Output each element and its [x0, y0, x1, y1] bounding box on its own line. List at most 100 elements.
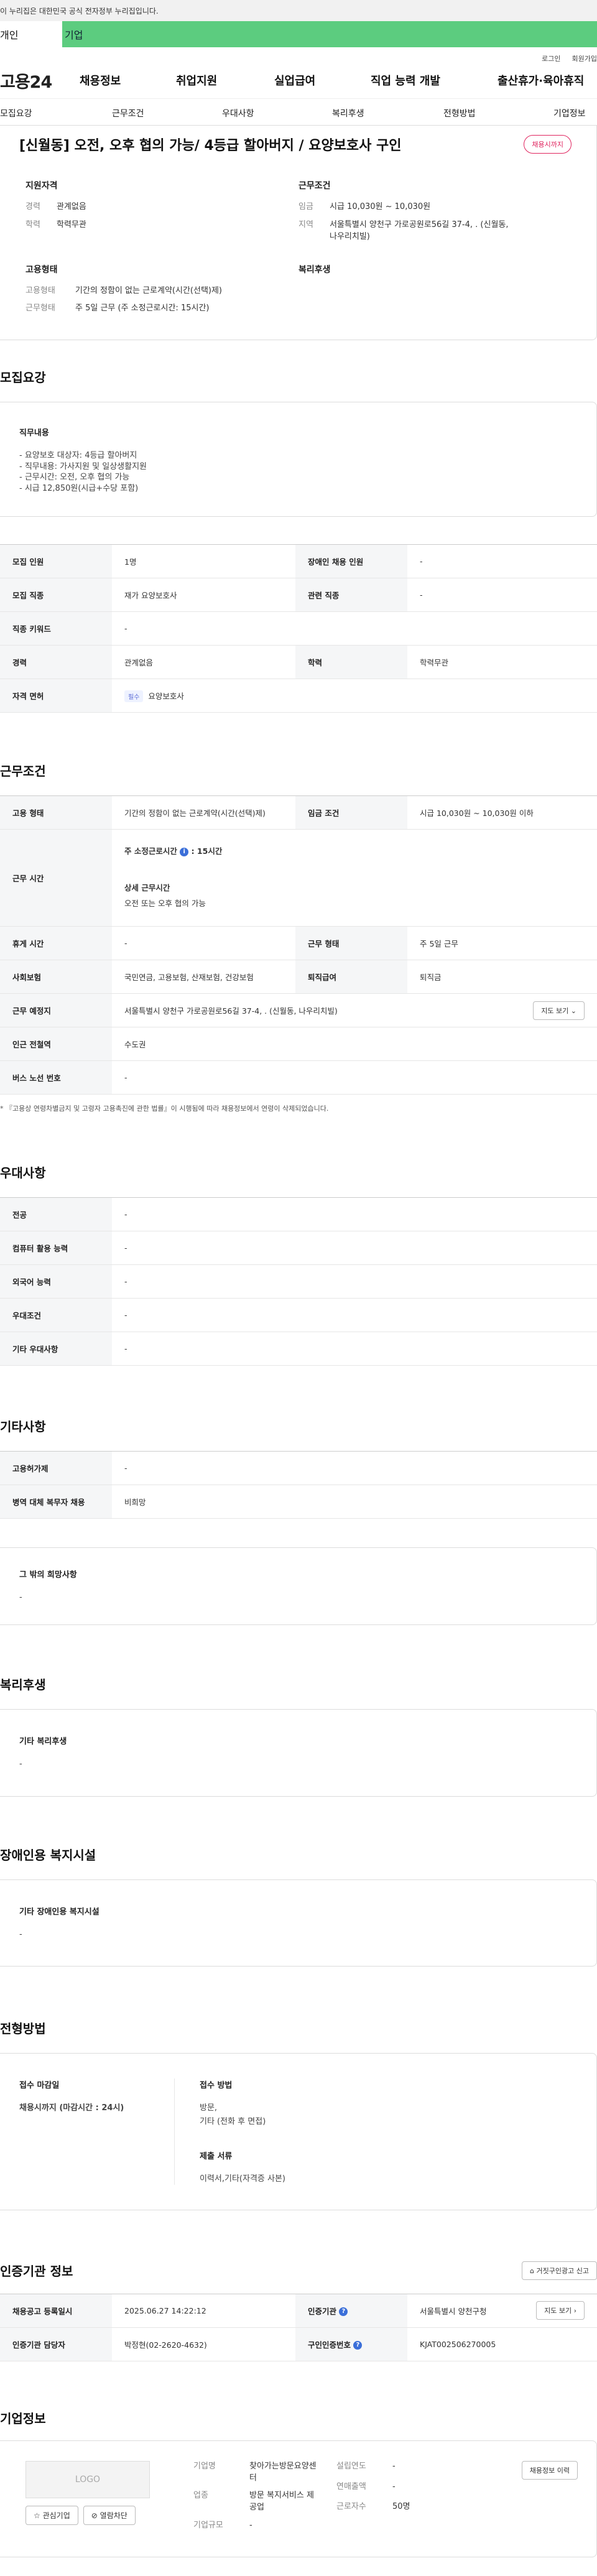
etc-table: 고용허가제 - 병역 대체 복무자 채용 비희망	[0, 1451, 597, 1519]
duty-line: - 근무시간: 오전, 오후 협의 가능	[19, 473, 130, 483]
preference-title: 우대사항	[0, 1165, 46, 1181]
method-value-detail: 기타 (전화 후 면접)	[200, 2116, 266, 2126]
bus-label: 버스 노선 번호	[0, 1060, 112, 1095]
anchor-preference[interactable]: 우대사항	[222, 107, 254, 119]
language-value: -	[112, 1264, 597, 1299]
weekly-hours-label: 주 소정근로시간	[124, 846, 177, 856]
table-row: 고용허가제 -	[0, 1451, 597, 1486]
employment-heading: 고용형태	[25, 264, 58, 275]
map-button[interactable]: 지도 보기 ⌄	[533, 1001, 585, 1020]
table-row: 근무 예정지 서울특별시 양천구 가로공원로56길 37-4, . (신월동, …	[0, 993, 597, 1028]
welfare-section: 복리후생 기타 복리후생 -	[0, 1675, 597, 1797]
company-logo-block: LOGO ☆ 관심기업 ⊘ 열람차단	[25, 2460, 150, 2538]
facility-section: 장애인용 복지시설 기타 장애인용 복지시설 -	[0, 1845, 597, 1967]
process-title: 전형방법	[0, 2021, 46, 2037]
career-value: 관계없음	[57, 202, 86, 211]
method-block: 접수 방법 방문, 기타 (전화 후 면접) 제출 서류 이력서,기타(자격증 …	[175, 2078, 285, 2185]
table-row: 컴퓨터 활용 능력 -	[0, 1231, 597, 1266]
anchor-recruit[interactable]: 모집요강	[0, 107, 32, 119]
worktype-value: 주 5일 근무 (주 소정근로시간: 15시간)	[75, 303, 210, 313]
agency-section: 인증기관 정보 ⌂ 거짓구인광고 신고 채용공고 등록일시 2025.06.27…	[0, 2261, 597, 2361]
condition-heading: 근무조건	[298, 181, 331, 191]
work-time-cell: 주 소정근로시간 i : 15시간 상세 근무시간 오전 또는 오후 협의 가능	[112, 829, 597, 927]
gov-banner-text: 이 누리집은 대한민국 공식 전자정부 누리집입니다.	[0, 6, 159, 16]
qualification-block: 지원자격 경력 관계없음 학력 학력무관	[25, 179, 298, 249]
age-notice: * 『고용상 연령차별금지 및 고령자 고용촉진에 관한 법률』이 시행됨에 따…	[0, 1105, 329, 1113]
anchor-company[interactable]: 기업정보	[553, 107, 586, 119]
info-icon[interactable]: ?	[339, 2307, 348, 2317]
tab-personal[interactable]: 개인	[0, 21, 62, 47]
duty-line: - 직무내용: 가사지원 및 일상생활지원	[19, 461, 147, 471]
gnb-item-parental-leave[interactable]: 출산휴가·육아휴직	[497, 72, 584, 88]
etc-title: 기타사항	[0, 1419, 46, 1435]
company-size-value: -	[249, 2521, 252, 2531]
welfare-heading: 복리후생	[298, 264, 331, 275]
info-icon[interactable]: i	[180, 847, 189, 856]
work-type-label: 근무 형태	[295, 926, 407, 961]
site-logo[interactable]: 고용24	[0, 68, 75, 93]
org-cell: 서울특별시 양천구청 지도 보기 ›	[407, 2294, 597, 2328]
industry-value: 방문 복지서비스 제공업	[249, 2491, 314, 2513]
gnb-item-employment-support[interactable]: 취업지원	[176, 72, 217, 88]
manager-label: 인증기관 담당자	[0, 2327, 112, 2361]
disabled-label: 장애인 채용 인원	[295, 544, 407, 579]
map-button-label: 지도 보기	[541, 1006, 569, 1015]
employment-block: 고용형태 고용형태 기간의 정함이 없는 근로계약(시간(선택)제) 근무형태 주 …	[25, 263, 298, 322]
place-label: 근무 예정지	[0, 993, 112, 1028]
info-icon[interactable]: ?	[353, 2341, 363, 2350]
join-link[interactable]: 회원가입	[572, 53, 597, 63]
career-label: 경력	[25, 202, 40, 211]
place-cell: 서울특별시 양천구 가로공원로56길 37-4, . (신월동, 나우리치빌) …	[112, 993, 597, 1028]
status-badge: 채용시까지	[524, 135, 572, 154]
anchor-process[interactable]: 전형방법	[443, 107, 476, 119]
tab-personal-label: 개인	[0, 29, 19, 41]
manager-value: 박정현(02-2620-4632)	[112, 2327, 295, 2361]
anchor-welfare[interactable]: 복리후생	[332, 107, 364, 119]
report-button[interactable]: ⌂ 거짓구인광고 신고	[522, 2261, 597, 2280]
tab-company[interactable]: 기업	[62, 21, 597, 47]
cert-num-label: 구인인증번호 ?	[295, 2327, 407, 2361]
method-value: 방문,	[200, 2103, 218, 2113]
login-link[interactable]: 로그인	[542, 53, 560, 63]
condition-block: 근무조건 임금 시급 10,030원 ~ 10,030원 지역 서울특별시 양천구 …	[298, 179, 572, 249]
facility-box: 기타 장애인용 복지시설 -	[0, 1879, 597, 1967]
education-value: 학력무관	[407, 645, 597, 680]
table-row: 전공 -	[0, 1197, 597, 1232]
welfare-box-heading: 기타 복리후생	[19, 1736, 67, 1746]
retirement-value: 퇴직금	[407, 960, 597, 994]
history-button[interactable]: 채용정보 이력	[521, 2460, 578, 2480]
agency-table: 채용공고 등록일시 2025.06.27 14:22:12 인증기관 ? 서울특…	[0, 2293, 597, 2361]
place-value: 서울특별시 양천구 가로공원로56길 37-4, . (신월동, 나우리치빌)	[124, 1006, 338, 1016]
table-row: 버스 노선 번호 -	[0, 1060, 597, 1095]
gnb-item-jobs[interactable]: 채용정보	[80, 72, 121, 88]
agency-map-button[interactable]: 지도 보기 ›	[536, 2301, 585, 2320]
block-button[interactable]: ⊘ 열람차단	[83, 2505, 136, 2525]
company-name-label: 기업명	[193, 2461, 216, 2471]
major-label: 전공	[0, 1197, 112, 1232]
computer-skill-label: 컴퓨터 활용 능력	[0, 1231, 112, 1266]
table-row: 근무 시간 주 소정근로시간 i : 15시간 상세 근무시간 오전 또는 오후…	[0, 829, 597, 927]
anchor-work[interactable]: 근무조건	[112, 107, 144, 119]
method-heading: 접수 방법	[200, 2081, 233, 2091]
preference-cond-value: -	[112, 1298, 597, 1333]
facility-title: 장애인용 복지시설	[0, 1847, 96, 1863]
staff-value: 50명	[392, 2502, 410, 2512]
company-box: LOGO ☆ 관심기업 ⊘ 열람차단 기업명 찾아가는방문요양센터 업종 방문 복지…	[0, 2440, 597, 2557]
employment-label: 고용형태	[25, 285, 55, 295]
org-label: 인증기관 ?	[295, 2294, 407, 2328]
deadline-heading: 접수 마감일	[19, 2081, 60, 2091]
job-title: [신월동] 오전, 오후 협의 가능/ 4등급 할아버지 / 요양보호사 구인	[19, 138, 402, 154]
table-row: 휴게 시간 - 근무 형태 주 5일 근무	[0, 926, 597, 961]
gnb-item-vocational-training[interactable]: 직업 능력 개발	[371, 72, 440, 88]
job-summary-card: [신월동] 오전, 오후 협의 가능/ 4등급 할아버지 / 요양보호사 구인 …	[0, 126, 597, 341]
block-button-label: 열람차단	[100, 2511, 127, 2520]
weekly-hours-value: : 15시간	[191, 846, 223, 856]
reg-date-label: 채용공고 등록일시	[0, 2294, 112, 2328]
preference-section: 우대사항 전공 - 컴퓨터 활용 능력 - 외국어 능력 - 우대조건 - 기타 우대사…	[0, 1163, 597, 1366]
preference-table: 전공 - 컴퓨터 활용 능력 - 외국어 능력 - 우대조건 - 기타 우대사항 -	[0, 1197, 597, 1366]
favorite-button[interactable]: ☆ 관심기업	[25, 2505, 78, 2525]
process-box: 접수 마감일 채용시까지 (마감시간 : 24시) 접수 방법 방문, 기타 (…	[0, 2053, 597, 2210]
gnb-item-unemployment-benefit[interactable]: 실업급여	[274, 72, 315, 88]
chevron-right-icon: ›	[573, 2307, 576, 2315]
keyword-label: 직종 키워드	[0, 611, 112, 646]
